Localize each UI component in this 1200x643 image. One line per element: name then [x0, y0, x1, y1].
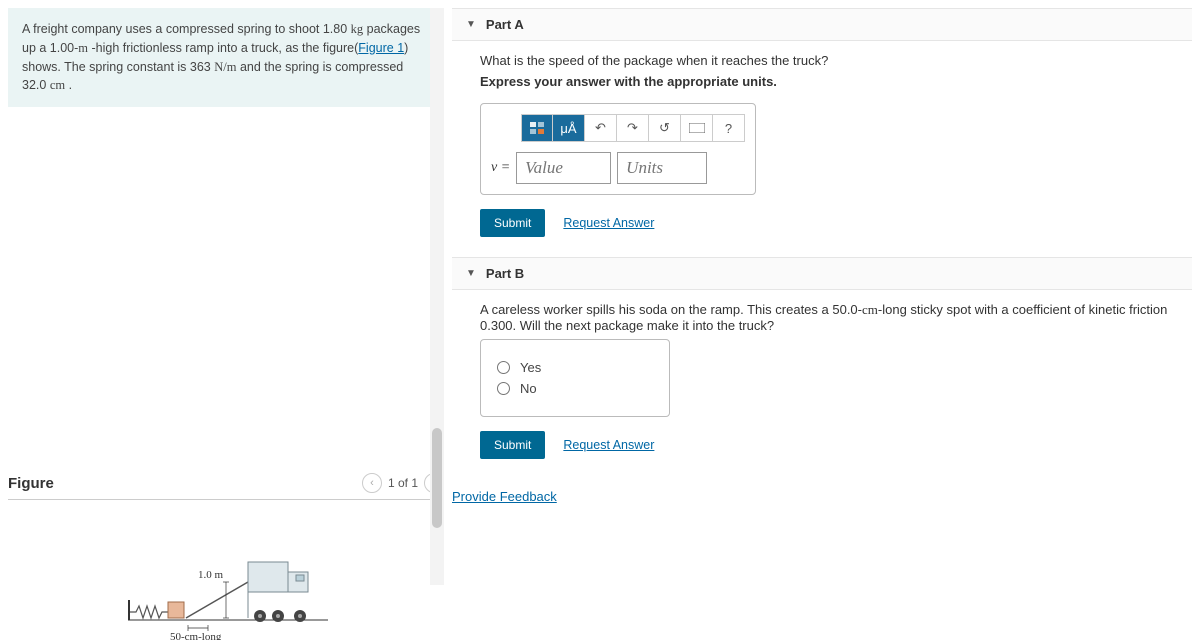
dim-height-label: 1.0 m: [198, 569, 224, 581]
special-chars-button[interactable]: μÅ: [553, 114, 585, 142]
submit-button-b[interactable]: Submit: [480, 431, 545, 459]
answer-box-b: Yes No: [480, 339, 670, 417]
part-b-title: Part B: [486, 266, 524, 281]
part-a-instruction: Express your answer with the appropriate…: [480, 74, 1178, 89]
variable-label: v =: [491, 160, 510, 176]
figure-link[interactable]: Figure 1: [358, 41, 404, 55]
part-a-title: Part A: [486, 17, 524, 32]
problem-text: A freight company uses a compressed spri…: [22, 22, 351, 36]
part-a-header[interactable]: ▼ Part A: [452, 8, 1192, 41]
redo-button[interactable]: ↷: [617, 114, 649, 142]
option-yes[interactable]: Yes: [497, 360, 653, 375]
figure-nav-label: 1 of 1: [388, 476, 418, 490]
help-button[interactable]: ?: [713, 114, 745, 142]
value-input[interactable]: [516, 152, 611, 184]
part-b-question: A careless worker spills his soda on the…: [480, 302, 1178, 333]
figure-header: Figure ‹ 1 of 1 ›: [8, 467, 444, 500]
reset-button[interactable]: ↺: [649, 114, 681, 142]
figure-title: Figure: [8, 475, 54, 492]
undo-button[interactable]: ↶: [585, 114, 617, 142]
caret-down-icon: ▼: [466, 268, 476, 279]
units-input[interactable]: [617, 152, 707, 184]
provide-feedback-link[interactable]: Provide Feedback: [452, 489, 557, 504]
part-a-question: What is the speed of the package when it…: [480, 53, 1178, 68]
answer-box-a: μÅ ↶ ↷ ↺ ? v =: [480, 103, 756, 195]
figure-prev-button[interactable]: ‹: [362, 473, 382, 493]
radio-yes[interactable]: [497, 361, 510, 374]
submit-button-a[interactable]: Submit: [480, 209, 545, 237]
part-b-header[interactable]: ▼ Part B: [452, 257, 1192, 290]
problem-statement: A freight company uses a compressed spri…: [8, 8, 444, 107]
figure-diagram: 1.0 m 50-cm-long: [8, 500, 444, 630]
option-no[interactable]: No: [497, 381, 653, 396]
request-answer-b[interactable]: Request Answer: [563, 438, 654, 452]
radio-no[interactable]: [497, 382, 510, 395]
caret-down-icon: ▼: [466, 19, 476, 30]
keyboard-button[interactable]: [681, 114, 713, 142]
sticky-label: 50-cm-long: [170, 631, 222, 640]
left-scrollbar[interactable]: [430, 8, 444, 585]
template-tool-button[interactable]: [521, 114, 553, 142]
request-answer-a[interactable]: Request Answer: [563, 216, 654, 230]
